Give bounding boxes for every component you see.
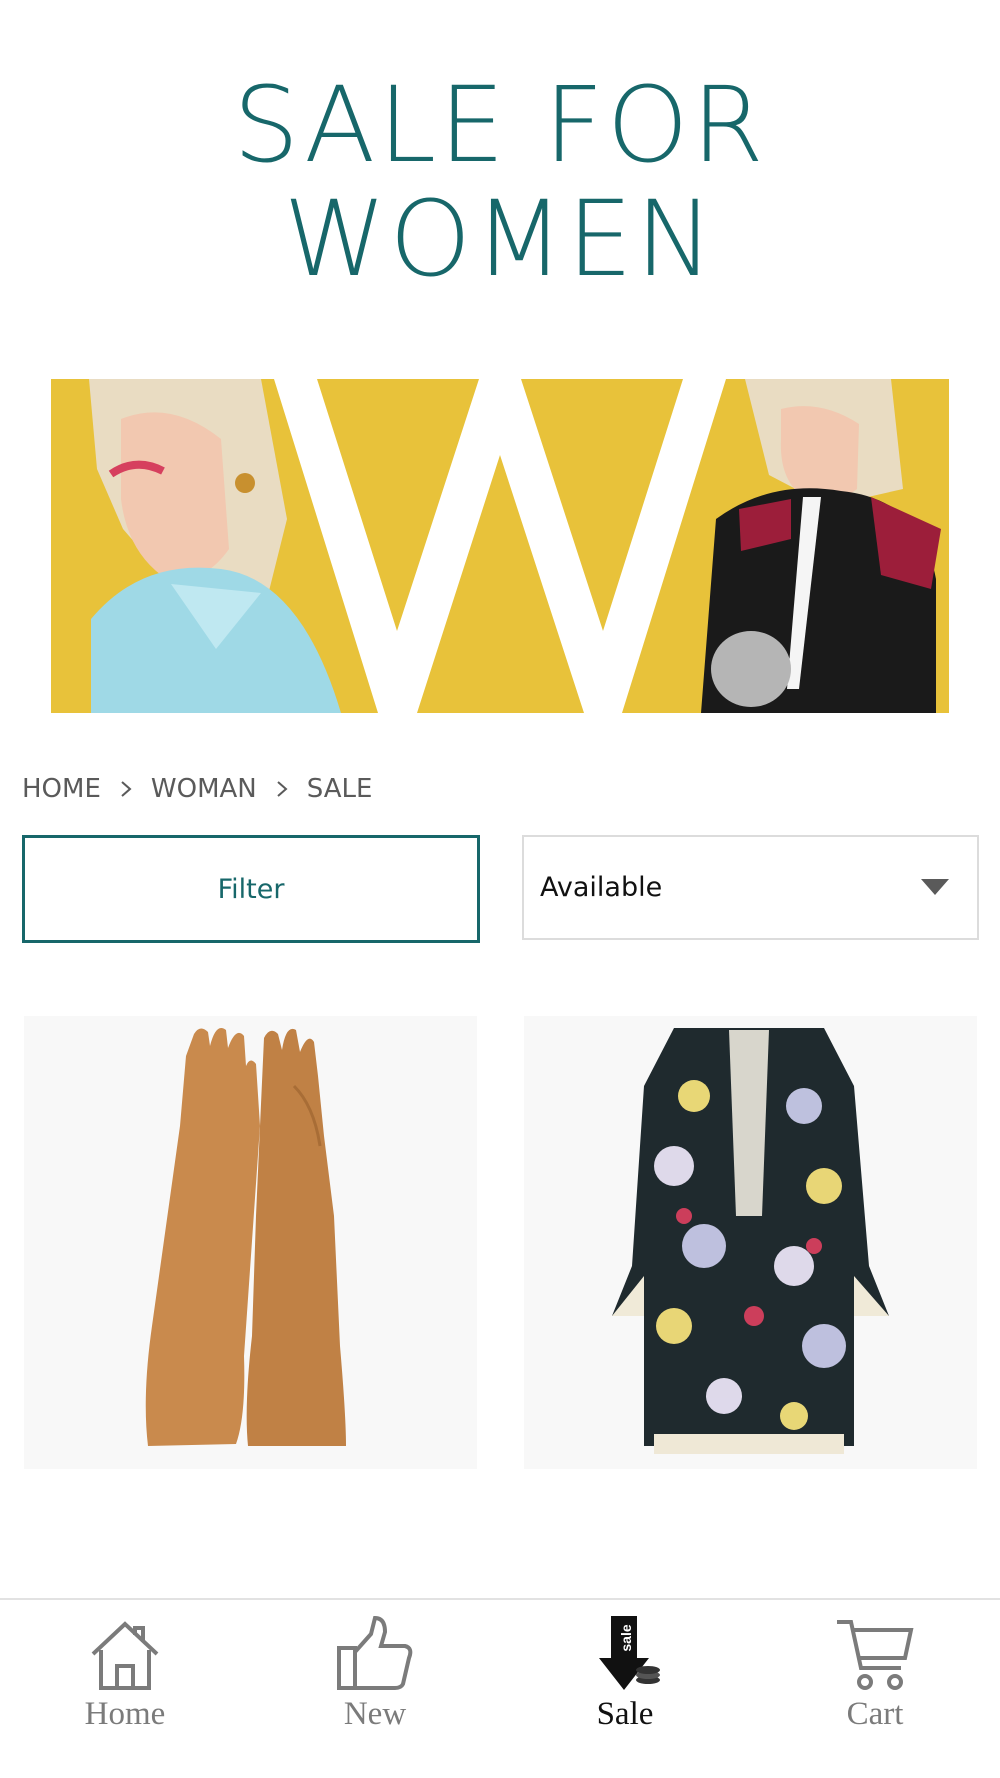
svg-text:sale: sale: [618, 1624, 634, 1651]
product-card-gloves[interactable]: [24, 1016, 477, 1469]
filter-button-label: Filter: [217, 873, 285, 905]
sale-tag-icon: sale: [599, 1616, 660, 1690]
nav-label-new: New: [343, 1696, 407, 1732]
product-card-coat[interactable]: [524, 1016, 977, 1469]
chevron-right-icon: [277, 781, 288, 797]
breadcrumb: HOME WOMAN SALE: [22, 772, 372, 806]
dropdown-arrow-icon: [921, 879, 949, 895]
home-icon: [91, 1621, 159, 1690]
page-title-line1: SALE FOR: [233, 64, 767, 186]
cart-icon: [837, 1620, 914, 1690]
nav-label-sale: Sale: [596, 1696, 654, 1732]
page-title-line2: WOMEN: [283, 178, 717, 300]
availability-select[interactable]: Available: [522, 835, 979, 940]
nav-label-home: Home: [84, 1696, 166, 1732]
gloves-product-image: [24, 1016, 477, 1469]
breadcrumb-home[interactable]: HOME: [22, 774, 101, 804]
availability-select-value: Available: [540, 872, 663, 903]
coat-product-image: [524, 1016, 977, 1469]
banner-illustration: [51, 379, 949, 713]
bottom-nav: Home New sale Sale Cart: [0, 1598, 1000, 1778]
hero-banner[interactable]: [51, 379, 949, 713]
nav-item-new[interactable]: New: [250, 1600, 500, 1778]
nav-item-cart[interactable]: Cart: [750, 1600, 1000, 1778]
chevron-right-icon: [121, 781, 132, 797]
nav-item-home[interactable]: Home: [0, 1600, 250, 1778]
filter-button[interactable]: Filter: [22, 835, 480, 943]
breadcrumb-woman[interactable]: WOMAN: [151, 774, 257, 804]
breadcrumb-sale: SALE: [306, 774, 373, 804]
thumbs-up-icon: [337, 1615, 413, 1690]
nav-label-cart: Cart: [846, 1696, 904, 1732]
nav-item-sale[interactable]: sale Sale: [500, 1600, 750, 1778]
